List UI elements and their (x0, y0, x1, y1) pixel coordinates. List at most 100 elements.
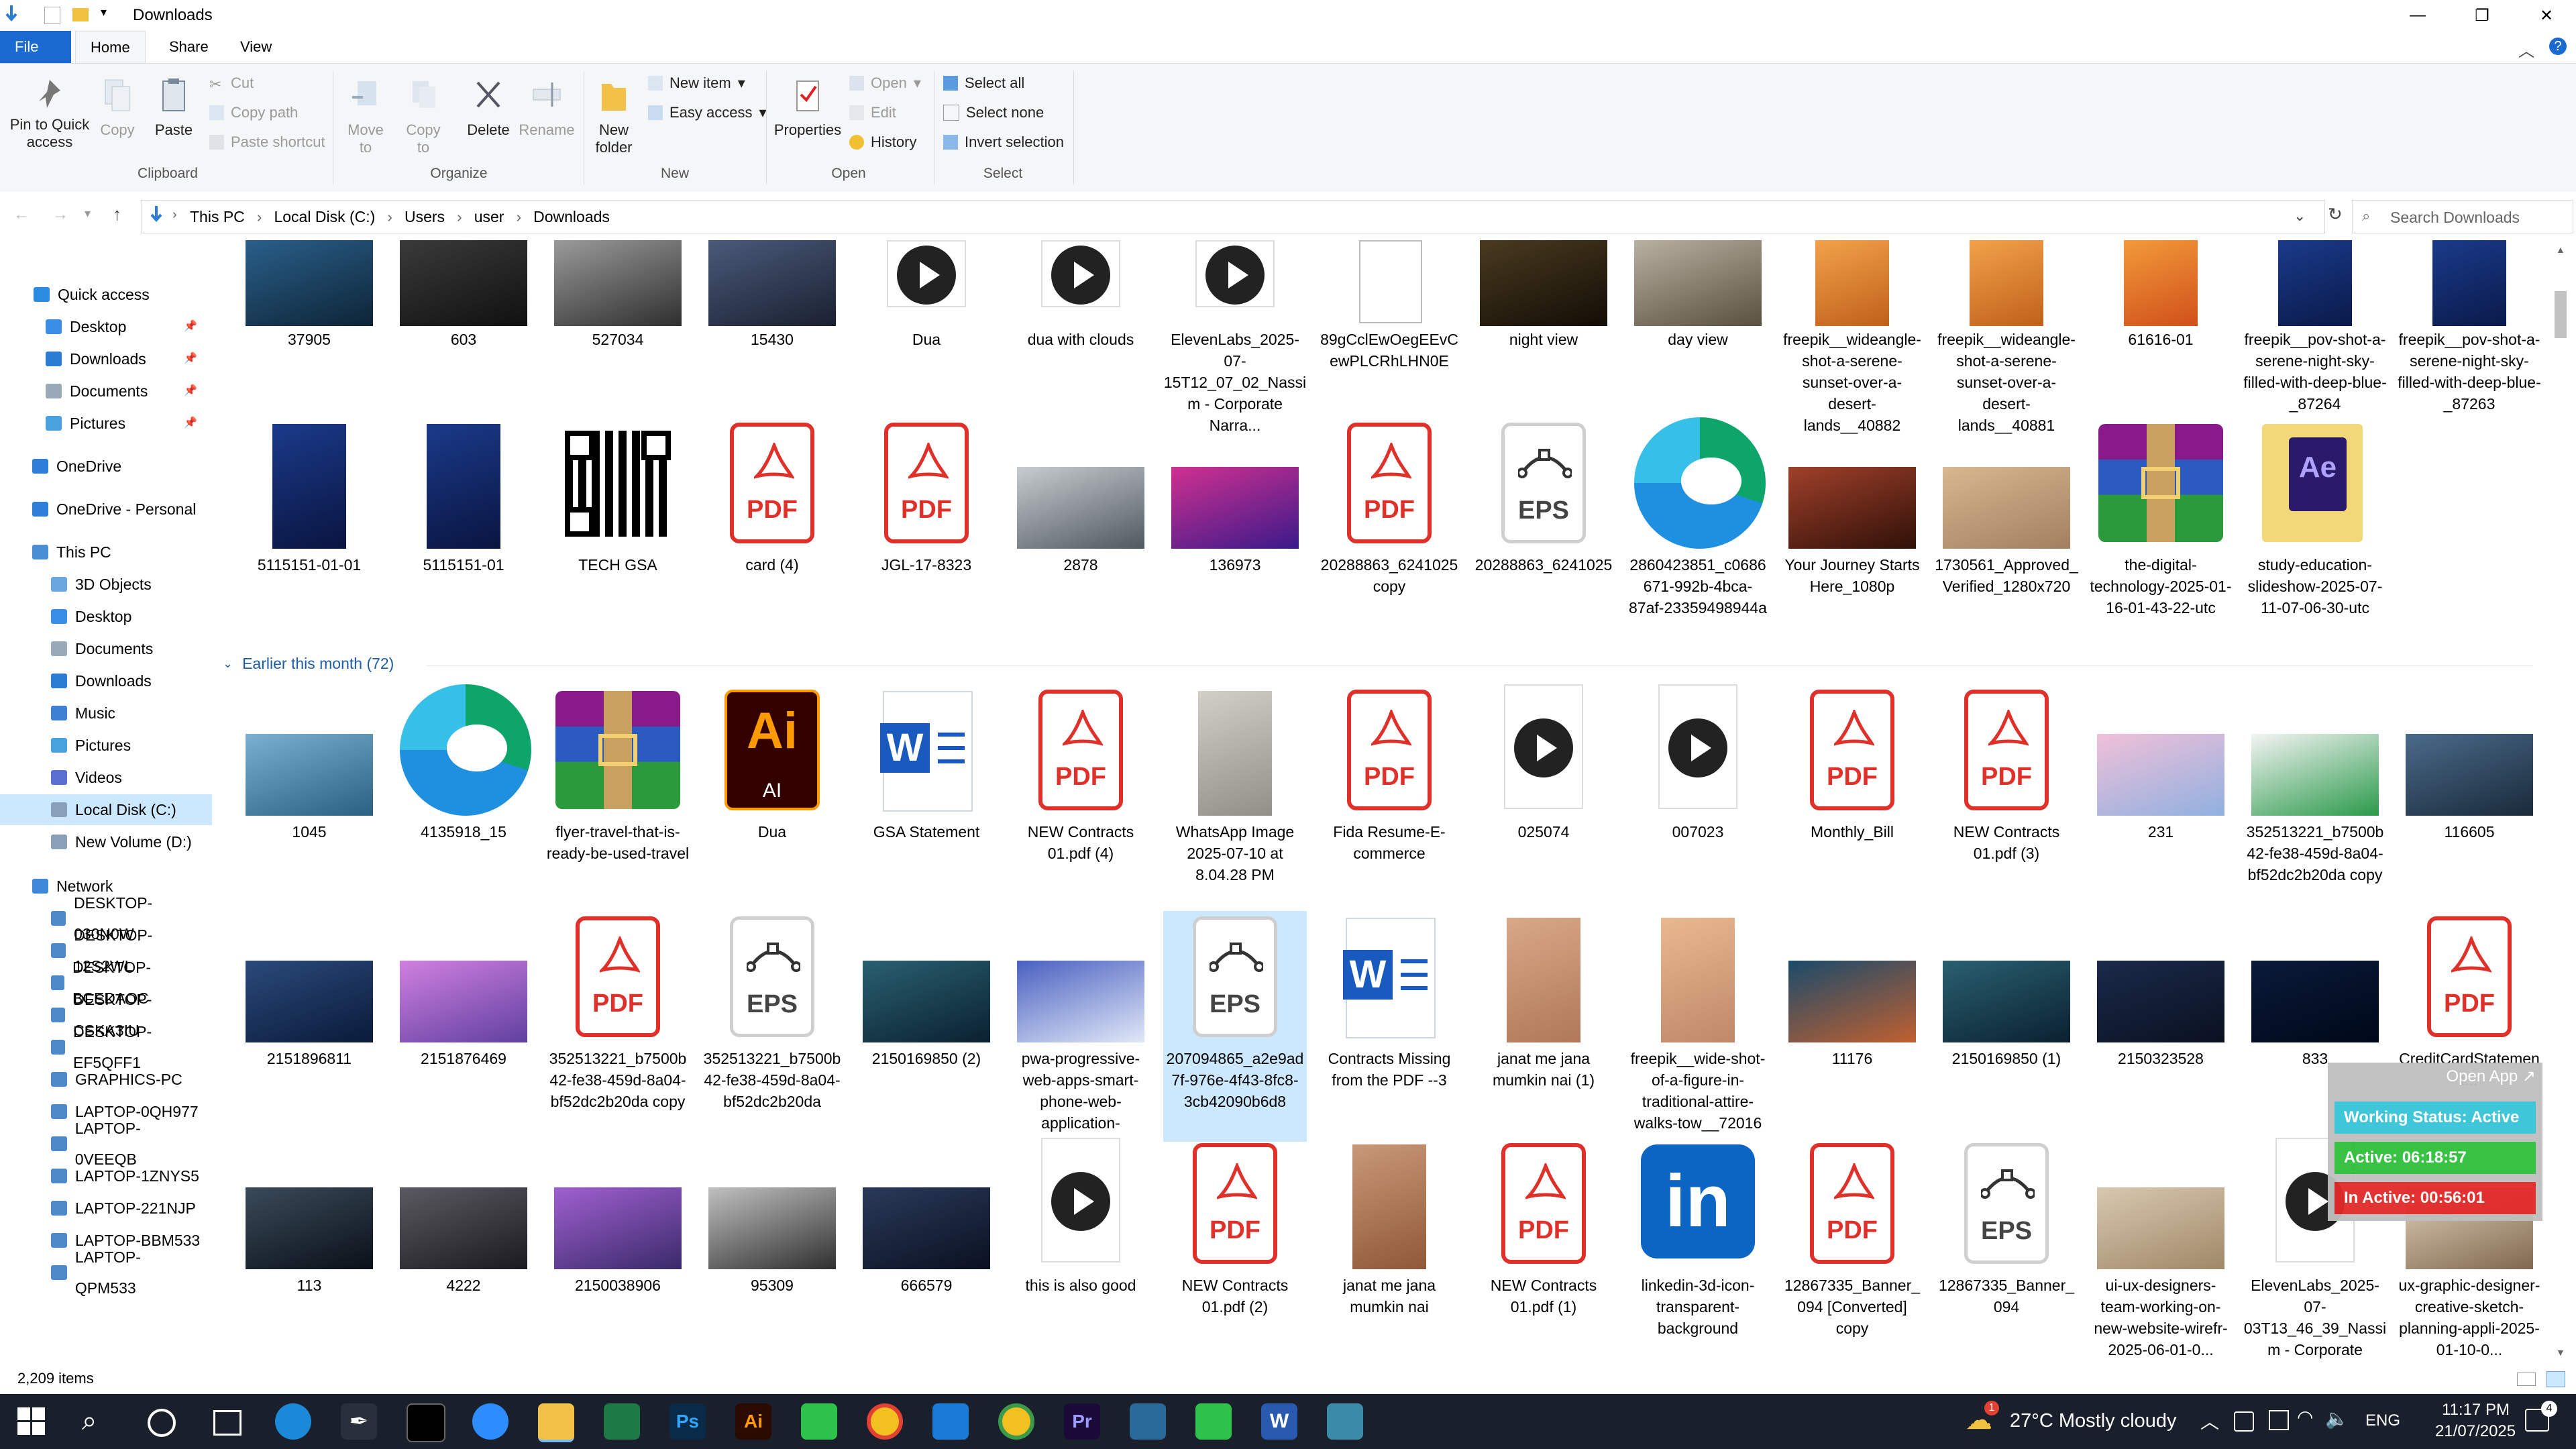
vscode-icon[interactable] (932, 1403, 969, 1440)
app-hex-icon[interactable] (1130, 1403, 1166, 1440)
large-icons-view-icon[interactable] (2546, 1371, 2565, 1387)
scroll-thumb[interactable] (2555, 291, 2567, 338)
file-item[interactable]: Ai AI Dua (700, 684, 844, 915)
pin-quick-access-button[interactable]: Pin to Quick access (7, 77, 93, 151)
nav-item[interactable]: Quick access (34, 279, 201, 310)
nav-item[interactable]: Documents (51, 633, 201, 664)
nav-item[interactable]: OneDrive (32, 451, 201, 482)
excel-icon[interactable] (604, 1403, 640, 1440)
properties-button[interactable]: Properties (773, 77, 843, 139)
edit-button[interactable]: Edit (849, 104, 896, 121)
refresh-icon[interactable]: ↻ (2328, 204, 2343, 225)
qat-dropdown-icon[interactable]: ▾ (101, 5, 107, 19)
file-item[interactable]: night view (1472, 240, 1615, 423)
nav-item[interactable]: LAPTOP-221NJP (51, 1193, 201, 1224)
file-item[interactable]: 352513221_b7500b42-fe38-459d-8a04-bf52dc… (2243, 684, 2387, 915)
file-item[interactable]: freepik__wide-shot-of-a-figure-in-tradit… (1626, 911, 1770, 1142)
file-item[interactable]: 89gCclEwOegEEvCewPLCRhLHN0E (1318, 240, 1461, 423)
paste-shortcut-button[interactable]: Paste shortcut (209, 133, 325, 151)
tab-share[interactable]: Share (154, 31, 223, 63)
file-item[interactable]: PDF NEW Contracts 01.pdf (4) (1009, 684, 1152, 915)
file-item[interactable]: 2151876469 (392, 911, 535, 1142)
nav-item[interactable]: Videos (51, 762, 201, 793)
properties-quick-icon[interactable] (44, 7, 60, 24)
clock-time[interactable]: 11:17 PM (2442, 1401, 2510, 1419)
scroll-down-icon[interactable]: ▼ (2556, 1347, 2565, 1358)
open-button[interactable]: Open ▾ (849, 74, 921, 92)
select-none-button[interactable]: Select none (943, 104, 1044, 121)
phone-app-icon[interactable] (801, 1403, 837, 1440)
breadcrumb-users[interactable]: Users (405, 208, 445, 226)
minimize-button[interactable]: — (2385, 0, 2450, 31)
file-item[interactable]: 113 (237, 1138, 381, 1363)
file-item[interactable]: 95309 (700, 1138, 844, 1363)
file-item[interactable]: PDF 352513221_b7500b42-fe38-459d-8a04-bf5… (546, 911, 690, 1142)
nav-item[interactable]: GRAPHICS-PC (51, 1064, 201, 1095)
new-item-button[interactable]: New item ▾ (648, 74, 745, 92)
file-item[interactable]: pwa-progressive-web-apps-smart-phone-web… (1009, 911, 1152, 1153)
move-to-button[interactable]: Move to (342, 77, 389, 156)
edge-icon[interactable] (275, 1403, 311, 1440)
nav-item[interactable]: Desktop (51, 601, 201, 632)
clock-date[interactable]: 21/07/2025 (2435, 1422, 2516, 1441)
folder-quick-icon[interactable] (72, 8, 89, 21)
file-item[interactable]: 2150169850 (1) (1935, 911, 2078, 1142)
help-icon[interactable]: ? (2549, 38, 2567, 55)
recent-chevron-icon[interactable]: ▾ (85, 207, 91, 221)
file-explorer-icon[interactable] (538, 1403, 574, 1442)
cortana-icon[interactable] (148, 1409, 176, 1437)
breadcrumb-local-disk[interactable]: Local Disk (C:) (274, 208, 375, 226)
file-item[interactable]: janat me jana mumkin nai (1) (1472, 911, 1615, 1142)
file-item[interactable]: freepik__wideangle-shot-a-serene-sunset-… (1935, 240, 2078, 434)
file-item[interactable]: W GSA Statement (855, 684, 998, 915)
file-item[interactable]: 5115151-01-01 (237, 417, 381, 648)
nav-item[interactable]: Downloads 📌 (46, 343, 201, 374)
search-box[interactable]: ⌕ Search Downloads (2352, 200, 2573, 233)
maximize-button[interactable]: ❐ (2450, 0, 2514, 31)
details-view-icon[interactable] (2517, 1373, 2536, 1386)
file-item[interactable]: 1045 (237, 684, 381, 915)
pin-icon[interactable]: 📌 (184, 311, 197, 342)
chrome-profile-icon[interactable] (998, 1403, 1034, 1440)
file-item[interactable]: PDF card (4) (700, 417, 844, 648)
file-item[interactable]: 15430 (700, 240, 844, 423)
file-item[interactable]: PDF Monthly_Bill (1780, 684, 1924, 915)
file-item[interactable]: W Contracts Missing from the PDF --3 (1318, 911, 1461, 1142)
file-item[interactable]: 2150323528 (2089, 911, 2233, 1142)
file-item[interactable]: 116605 (2398, 684, 2541, 915)
close-button[interactable]: ✕ (2514, 0, 2576, 31)
tray-chevron-icon[interactable]: ︿ (2200, 1407, 2219, 1434)
file-item[interactable]: 2150169850 (2) (855, 911, 998, 1142)
premiere-icon[interactable]: Pr (1064, 1403, 1100, 1440)
file-item[interactable]: 2860423851_c0686671-992b-4bca-87af-23359… (1626, 417, 1770, 648)
file-item[interactable]: 603 (392, 240, 535, 423)
file-item[interactable]: ui-ux-designers-team-working-on-new-webs… (2089, 1138, 2233, 1363)
nav-item[interactable]: Downloads (51, 665, 201, 696)
easy-access-button[interactable]: Easy access ▾ (648, 104, 767, 121)
illustrator-icon[interactable]: Ai (735, 1403, 771, 1440)
invert-selection-button[interactable]: Invert selection (943, 133, 1064, 151)
collapse-ribbon-icon[interactable]: ︿ (2518, 38, 2534, 61)
file-item[interactable]: 1730561_Approved_Verified_1280x720 (1935, 417, 2078, 648)
file-item[interactable]: 5115151-01 (392, 417, 535, 648)
select-all-button[interactable]: Select all (943, 74, 1024, 92)
file-item[interactable]: dua with clouds (1009, 240, 1152, 423)
up-icon[interactable]: ↑ (113, 204, 121, 225)
nav-item[interactable]: Music (51, 698, 201, 729)
file-item[interactable]: 37905 (237, 240, 381, 423)
nav-item[interactable]: Pictures (51, 730, 201, 761)
calculator-icon[interactable] (1327, 1403, 1363, 1440)
word-icon[interactable]: W (1261, 1403, 1297, 1440)
zoom-icon[interactable] (472, 1403, 508, 1440)
nav-item[interactable]: LAPTOP-QPM533 (51, 1248, 201, 1297)
file-item[interactable]: freepik__wideangle-shot-a-serene-sunset-… (1780, 240, 1924, 434)
pen-tool-icon[interactable]: ✒ (341, 1403, 377, 1440)
nav-item[interactable]: Documents 📌 (46, 376, 201, 407)
file-item[interactable]: WhatsApp Image 2025-07-10 at 8.04.28 PM (1163, 684, 1307, 915)
file-item[interactable]: 2151896811 (237, 911, 381, 1142)
paste-button[interactable]: Paste (150, 77, 197, 139)
copy-button[interactable]: Copy (94, 77, 141, 139)
file-item[interactable]: EPS 12867335_Banner_094 (1935, 1138, 2078, 1363)
address-bar[interactable]: › This PC › Local Disk (C:) › Users › us… (141, 200, 2325, 233)
photoshop-icon[interactable]: Ps (669, 1403, 706, 1440)
